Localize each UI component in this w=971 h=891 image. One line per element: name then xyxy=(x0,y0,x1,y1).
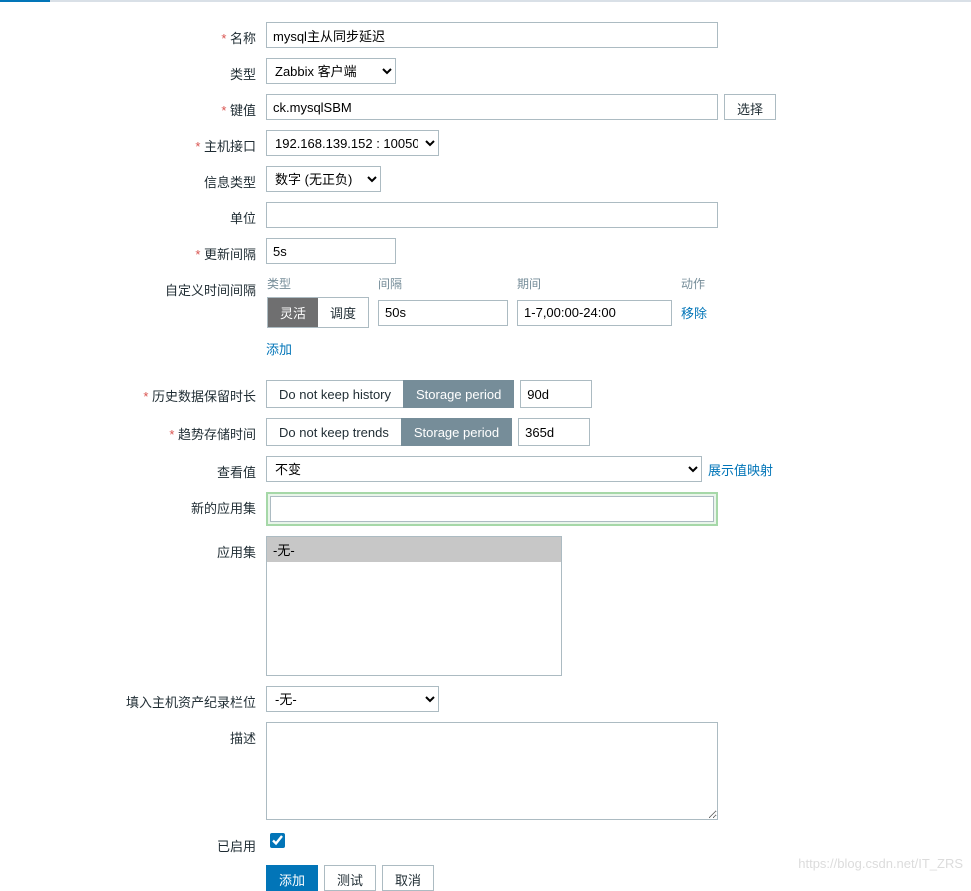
inventory-select[interactable]: -无- xyxy=(266,686,439,712)
new-appset-wrapper xyxy=(266,492,718,526)
interval-type-scheduled-button[interactable]: 调度 xyxy=(318,298,368,327)
trends-nokeep-button[interactable]: Do not keep trends xyxy=(266,418,402,446)
label-trends: 趋势存储时间 xyxy=(0,418,266,443)
info-type-select[interactable]: 数字 (无正负) xyxy=(266,166,381,192)
interval-type-toggle: 灵活 调度 xyxy=(267,297,369,328)
label-unit: 单位 xyxy=(0,202,266,227)
history-storage-button[interactable]: Storage period xyxy=(403,380,514,408)
interval-period-input[interactable] xyxy=(517,300,672,326)
interval-delay-input[interactable] xyxy=(378,300,508,326)
appset-option-none[interactable]: -无- xyxy=(267,537,561,562)
show-value-mappings-link[interactable]: 展示值映射 xyxy=(708,460,773,479)
test-button[interactable]: 测试 xyxy=(324,865,376,891)
label-appset: 应用集 xyxy=(0,536,266,561)
label-history: 历史数据保留时长 xyxy=(0,380,266,405)
interval-add-button[interactable]: 添加 xyxy=(266,339,292,358)
enabled-checkbox[interactable] xyxy=(270,833,285,848)
host-interface-select[interactable]: 192.168.139.152 : 10050 xyxy=(266,130,439,156)
label-key: 键值 xyxy=(0,94,266,119)
update-interval-input[interactable] xyxy=(266,238,396,264)
key-input[interactable] xyxy=(266,94,718,120)
label-inventory: 填入主机资产纪录栏位 xyxy=(0,686,266,711)
col-type: 类型 xyxy=(266,274,377,296)
interval-remove-button[interactable]: 移除 xyxy=(681,306,707,321)
name-input[interactable] xyxy=(266,22,718,48)
new-appset-input[interactable] xyxy=(270,496,714,522)
col-interval: 间隔 xyxy=(377,274,516,296)
col-period: 期间 xyxy=(516,274,680,296)
select-key-button[interactable]: 选择 xyxy=(724,94,776,120)
item-form: 名称 类型 Zabbix 客户端 键值 选择 主机接口 192.168.139.… xyxy=(0,2,971,891)
label-show-value: 查看值 xyxy=(0,456,266,481)
label-host-interface: 主机接口 xyxy=(0,130,266,155)
label-update-interval: 更新间隔 xyxy=(0,238,266,263)
history-mode-toggle: Do not keep history Storage period xyxy=(266,380,514,408)
label-custom-intervals: 自定义时间间隔 xyxy=(0,274,266,299)
trends-storage-button[interactable]: Storage period xyxy=(401,418,512,446)
interval-type-flexible-button[interactable]: 灵活 xyxy=(268,298,318,327)
type-select[interactable]: Zabbix 客户端 xyxy=(266,58,396,84)
description-textarea[interactable] xyxy=(266,722,718,820)
label-info-type: 信息类型 xyxy=(0,166,266,191)
label-name: 名称 xyxy=(0,22,266,47)
label-new-appset: 新的应用集 xyxy=(0,492,266,517)
label-type: 类型 xyxy=(0,58,266,83)
trends-period-input[interactable] xyxy=(518,418,590,446)
show-value-select[interactable]: 不变 xyxy=(266,456,702,482)
add-button[interactable]: 添加 xyxy=(266,865,318,891)
trends-mode-toggle: Do not keep trends Storage period xyxy=(266,418,512,446)
history-period-input[interactable] xyxy=(520,380,592,408)
label-description: 描述 xyxy=(0,722,266,747)
custom-intervals-table: 类型 间隔 期间 动作 灵活 调度 移除 xyxy=(266,274,715,329)
label-enabled: 已启用 xyxy=(0,830,266,855)
interval-row: 灵活 调度 移除 xyxy=(266,296,715,329)
history-nokeep-button[interactable]: Do not keep history xyxy=(266,380,404,408)
cancel-button[interactable]: 取消 xyxy=(382,865,434,891)
col-action: 动作 xyxy=(680,274,715,296)
appset-listbox[interactable]: -无- xyxy=(266,536,562,676)
unit-input[interactable] xyxy=(266,202,718,228)
